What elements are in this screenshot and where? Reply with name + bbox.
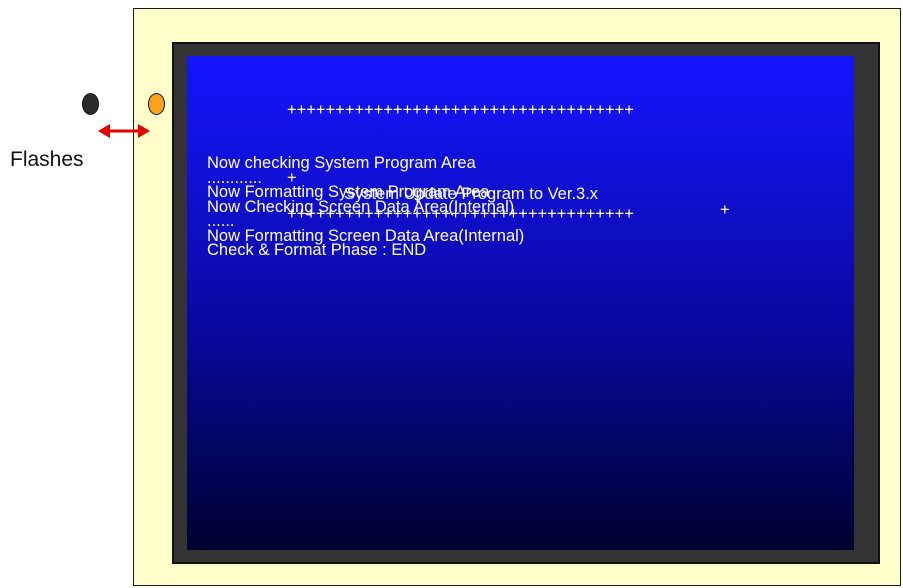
flashes-label: Flashes	[10, 148, 84, 171]
status-log: Now checking System Program Area .......…	[207, 155, 524, 259]
log-line: Now Checking Screen Data Area(Internal)	[207, 197, 515, 216]
led-off-indicator	[82, 93, 99, 115]
led-on-indicator	[148, 93, 165, 115]
banner-right-plus: +	[720, 201, 730, 219]
double-arrow-icon	[98, 124, 150, 138]
log-line: Check & Format Phase : END	[207, 241, 427, 259]
display-screen: ++++++++++++++++++++++++++++++++++++ + S…	[187, 56, 854, 550]
banner-top-border: ++++++++++++++++++++++++++++++++++++	[287, 101, 634, 119]
